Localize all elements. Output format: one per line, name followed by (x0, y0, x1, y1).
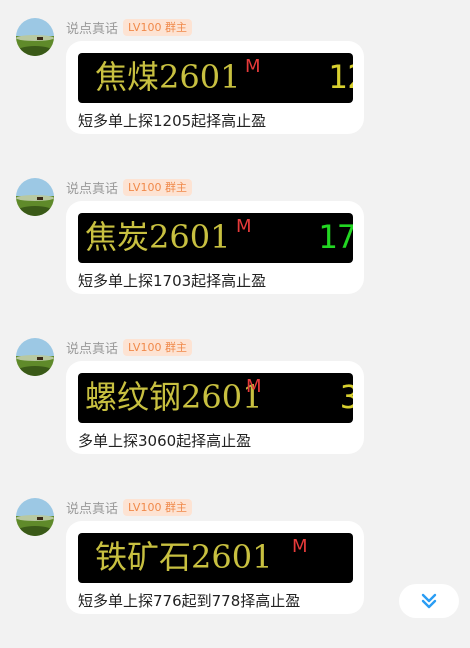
message-text: 短多单上探776起到778择高止盈 (78, 592, 301, 610)
message-text: 短多单上探1205起择高止盈 (78, 112, 267, 130)
message-meta: 说点真话 LV100 群主 (66, 498, 192, 517)
message-bubble[interactable]: 螺纹钢2601 M 3 多单上探3060起择高止盈 (66, 361, 364, 454)
scroll-to-bottom-button[interactable] (399, 584, 459, 618)
ticker-image[interactable]: 焦煤2601 M 12 (78, 53, 353, 103)
level-badge: LV100 群主 (123, 178, 192, 196)
avatar-image (16, 338, 54, 376)
message-meta: 说点真话 LV100 群主 (66, 178, 192, 197)
level-badge: LV100 群主 (123, 498, 192, 516)
ticker-image[interactable]: 螺纹钢2601 M 3 (78, 373, 353, 423)
username[interactable]: 说点真话 (66, 338, 118, 357)
ticker-name: 螺纹钢2601 (85, 378, 263, 416)
message-bubble[interactable]: 焦煤2601 M 12 短多单上探1205起择高止盈 (66, 41, 364, 134)
avatar[interactable] (16, 498, 54, 536)
ticker-price: 12 (328, 58, 353, 96)
chat-message: 说点真话 LV100 群主 焦炭2601 M 17 短多单上探1703起择高止盈 (14, 178, 454, 328)
avatar-image (16, 178, 54, 216)
chat-message: 说点真话 LV100 群主 螺纹钢2601 M 3 多单上探3060起择高止盈 (14, 338, 454, 488)
ticker-price: 17 (318, 218, 353, 256)
ticker-image[interactable]: 焦炭2601 M 17 (78, 213, 353, 263)
ticker-flag: M (236, 216, 252, 237)
username[interactable]: 说点真话 (66, 178, 118, 197)
message-bubble[interactable]: 焦炭2601 M 17 短多单上探1703起择高止盈 (66, 201, 364, 294)
message-meta: 说点真话 LV100 群主 (66, 18, 192, 37)
ticker-flag: M (245, 56, 261, 77)
message-meta: 说点真话 LV100 群主 (66, 338, 192, 357)
username[interactable]: 说点真话 (66, 18, 118, 37)
double-chevron-down-icon (421, 593, 437, 609)
ticker-name: 焦煤2601 (95, 58, 241, 96)
ticker-name: 铁矿石2601 (95, 538, 273, 576)
level-badge: LV100 群主 (123, 338, 192, 356)
ticker-price: 3 (340, 378, 353, 416)
ticker-flag: M (292, 536, 308, 557)
chat-message: 说点真话 LV100 群主 铁矿石2601 M 短多单上探776起到778择高止… (14, 498, 454, 648)
username[interactable]: 说点真话 (66, 498, 118, 517)
avatar-image (16, 18, 54, 56)
message-text: 多单上探3060起择高止盈 (78, 432, 252, 450)
message-bubble[interactable]: 铁矿石2601 M 短多单上探776起到778择高止盈 (66, 521, 364, 614)
avatar-image (16, 498, 54, 536)
avatar[interactable] (16, 338, 54, 376)
level-badge: LV100 群主 (123, 18, 192, 36)
chat-message: 说点真话 LV100 群主 焦煤2601 M 12 短多单上探1205起择高止盈 (14, 18, 454, 168)
message-text: 短多单上探1703起择高止盈 (78, 272, 267, 290)
avatar[interactable] (16, 178, 54, 216)
ticker-image[interactable]: 铁矿石2601 M (78, 533, 353, 583)
ticker-name: 焦炭2601 (85, 218, 231, 256)
ticker-flag: M (246, 376, 262, 397)
avatar[interactable] (16, 18, 54, 56)
